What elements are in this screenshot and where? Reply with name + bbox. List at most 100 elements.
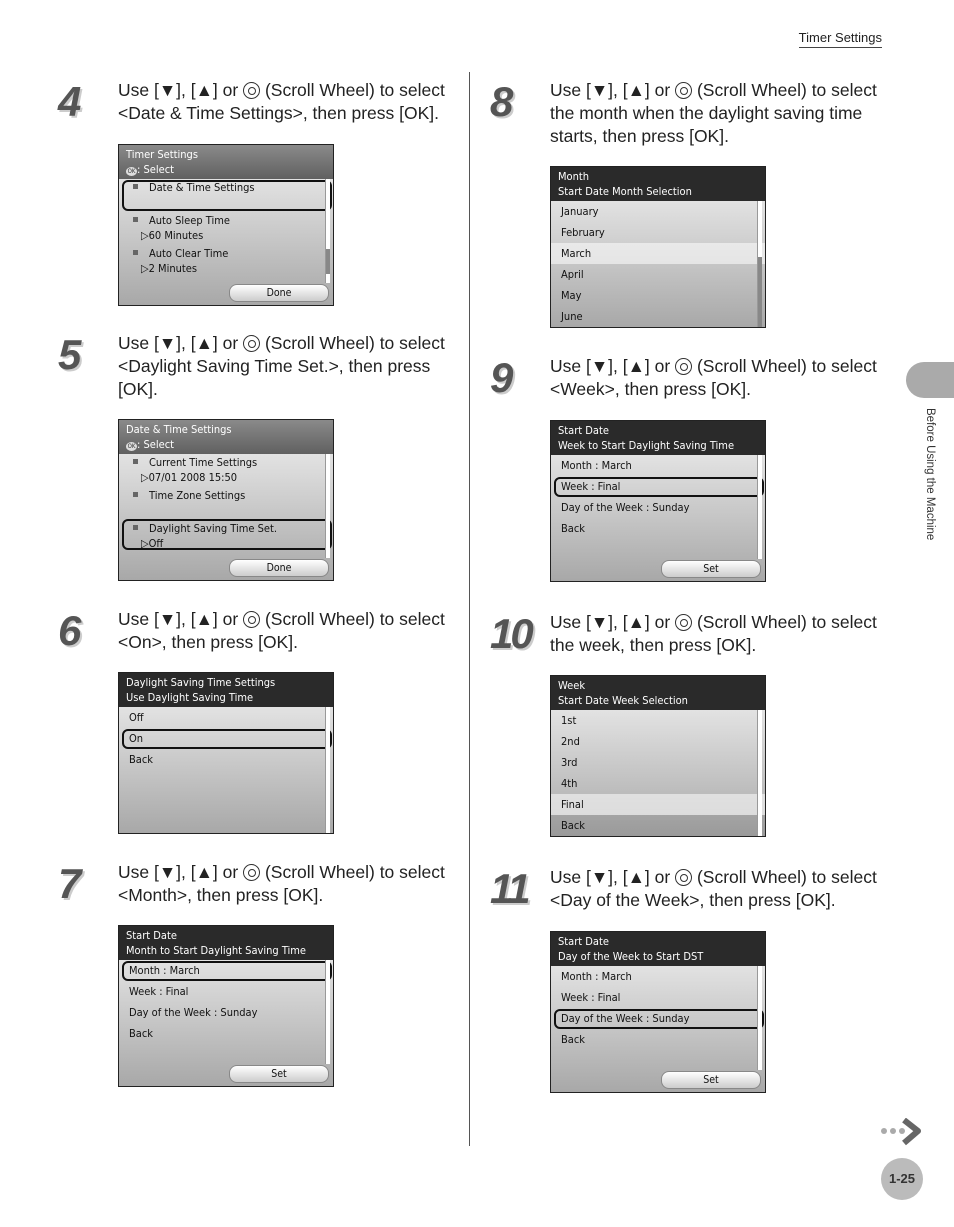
screen-list-item[interactable]: Month : March bbox=[551, 455, 765, 476]
screen-list-item[interactable]: January bbox=[551, 201, 765, 222]
screen-subtitle-text: Start Date Week Selection bbox=[558, 694, 688, 707]
selection-highlight bbox=[122, 961, 332, 981]
screen-header: Daylight Saving Time Settings Use Dayligh… bbox=[119, 673, 333, 707]
screen-list-item[interactable]: Week : Final bbox=[551, 987, 765, 1008]
screen-title: Timer Settings bbox=[126, 148, 198, 161]
scroll-wheel-icon bbox=[243, 335, 261, 352]
screen-list-item[interactable]: 4th bbox=[551, 773, 765, 794]
scrollbar-thumb[interactable] bbox=[758, 257, 762, 327]
screen-list-item[interactable]: Off bbox=[119, 707, 333, 728]
screen-list-item[interactable]: April bbox=[551, 264, 765, 285]
item-label: 1st bbox=[561, 714, 577, 727]
set-button[interactable]: Set bbox=[661, 1071, 761, 1089]
instruction-prefix: Use [▼], [▲] or bbox=[118, 333, 244, 353]
screen-subtitle: Start Date Week Selection bbox=[558, 693, 758, 708]
done-button[interactable]: Done bbox=[229, 284, 329, 302]
done-button[interactable]: Done bbox=[229, 559, 329, 577]
next-page-arrow-icon bbox=[881, 1118, 921, 1146]
screen-header: Month Start Date Month Selection bbox=[551, 167, 765, 201]
scrollbar[interactable] bbox=[757, 455, 762, 559]
screen-list-item[interactable]: Current Time Settings ▷07/01 2008 15:50 bbox=[119, 454, 333, 487]
screen-list-item[interactable]: 1st bbox=[551, 710, 765, 731]
screen-header: Start Date Week to Start Daylight Saving … bbox=[551, 421, 765, 455]
item-label: Time Zone Settings bbox=[149, 489, 246, 502]
screen-list-item[interactable]: Back bbox=[119, 1023, 333, 1044]
screen-header: Timer Settings OK: Select bbox=[119, 145, 333, 179]
screen-header: Start Date Month to Start Daylight Saving… bbox=[119, 926, 333, 960]
screen-list-item[interactable]: May bbox=[551, 285, 765, 306]
scrollbar[interactable] bbox=[325, 960, 330, 1064]
bullet-icon bbox=[133, 217, 138, 222]
step-number: 4 bbox=[58, 78, 81, 125]
item-label: May bbox=[561, 289, 582, 302]
item-label: 4th bbox=[561, 777, 578, 790]
scrollbar-thumb[interactable] bbox=[326, 249, 330, 274]
screen-subtitle-text: : Select bbox=[137, 163, 175, 176]
bullet-icon bbox=[133, 250, 138, 255]
instruction-prefix: Use [▼], [▲] or bbox=[118, 80, 244, 100]
instruction-prefix: Use [▼], [▲] or bbox=[550, 867, 676, 887]
item-label: January bbox=[561, 205, 599, 218]
screen-list-item[interactable]: June bbox=[551, 306, 765, 327]
item-label: Day of the Week : Sunday bbox=[561, 501, 690, 514]
set-button[interactable]: Set bbox=[229, 1065, 329, 1083]
item-value: ▷2 Minutes bbox=[141, 262, 198, 275]
scroll-wheel-icon bbox=[243, 864, 261, 881]
screen-list-item[interactable]: Final bbox=[551, 794, 765, 815]
scrollbar[interactable] bbox=[325, 454, 330, 558]
screen-header: Start Date Day of the Week to Start DST bbox=[551, 932, 765, 966]
ok-icon: OK bbox=[126, 167, 137, 176]
screen-list-item[interactable]: Month : March bbox=[551, 966, 765, 987]
item-label: Back bbox=[129, 1027, 154, 1040]
step-instruction: Use [▼], [▲] or (Scroll Wheel) to select… bbox=[118, 332, 458, 401]
device-screen: Timer Settings OK: Select Date & Time Sett… bbox=[118, 144, 334, 306]
step-instruction: Use [▼], [▲] or (Scroll Wheel) to select… bbox=[550, 79, 890, 148]
step-instruction: Use [▼], [▲] or (Scroll Wheel) to select… bbox=[550, 866, 890, 912]
screen-list-item[interactable]: Auto Sleep Time ▷60 Minutes bbox=[119, 212, 333, 245]
screen-subtitle: OK: Select bbox=[126, 162, 326, 177]
item-value: ▷07/01 2008 15:50 bbox=[141, 471, 238, 484]
screen-subtitle: Month to Start Daylight Saving Time bbox=[126, 943, 326, 958]
screen-list-item[interactable]: Time Zone Settings bbox=[119, 487, 333, 520]
screen-title: Daylight Saving Time Settings bbox=[126, 676, 276, 689]
instruction-prefix: Use [▼], [▲] or bbox=[550, 612, 676, 632]
screen-list-item[interactable]: 2nd bbox=[551, 731, 765, 752]
scrollbar[interactable] bbox=[757, 201, 762, 327]
screen-list-item[interactable]: 3rd bbox=[551, 752, 765, 773]
scrollbar[interactable] bbox=[325, 707, 330, 833]
screen-list-item[interactable]: Day of the Week : Sunday bbox=[119, 1002, 333, 1023]
screen-list-item[interactable]: Week : Final bbox=[119, 981, 333, 1002]
device-screen: Week Start Date Week Selection 1st 2nd 3rd 4t… bbox=[550, 675, 766, 837]
item-label: Month : March bbox=[561, 459, 632, 472]
scrollbar[interactable] bbox=[325, 179, 330, 283]
screen-list-item[interactable]: March bbox=[551, 243, 765, 264]
screen-list-item[interactable]: Back bbox=[119, 749, 333, 770]
screen-list-item[interactable]: Back bbox=[551, 815, 765, 836]
scrollbar[interactable] bbox=[757, 966, 762, 1070]
item-label: Back bbox=[561, 1033, 586, 1046]
screen-title: Start Date bbox=[558, 424, 609, 437]
scrollbar[interactable] bbox=[757, 710, 762, 836]
screen-list-item[interactable]: Back bbox=[551, 518, 765, 539]
screen-subtitle-text: Month to Start Daylight Saving Time bbox=[126, 944, 307, 957]
step-number: 5 bbox=[58, 331, 81, 378]
item-label: Day of the Week : Sunday bbox=[129, 1006, 258, 1019]
set-button[interactable]: Set bbox=[661, 560, 761, 578]
chapter-tab bbox=[906, 362, 954, 398]
device-screen: Start Date Day of the Week to Start DST Mo… bbox=[550, 931, 766, 1093]
screen-list-item[interactable]: February bbox=[551, 222, 765, 243]
device-screen: Start Date Week to Start Daylight Saving … bbox=[550, 420, 766, 582]
step-instruction: Use [▼], [▲] or (Scroll Wheel) to select… bbox=[550, 355, 890, 401]
item-label: Auto Clear Time bbox=[149, 247, 229, 260]
item-label: Final bbox=[561, 798, 584, 811]
item-label: March bbox=[561, 247, 592, 260]
screen-list-item[interactable]: Day of the Week : Sunday bbox=[551, 497, 765, 518]
chapter-tab-label: Before Using the Machine bbox=[924, 408, 936, 541]
screen-subtitle-text: Start Date Month Selection bbox=[558, 185, 692, 198]
item-label: Off bbox=[129, 711, 144, 724]
manual-page: Timer Settings Before Using the Machine … bbox=[0, 0, 954, 1227]
bullet-icon bbox=[133, 459, 138, 464]
screen-list-item[interactable]: Auto Clear Time ▷2 Minutes bbox=[119, 245, 333, 278]
screen-title: Month bbox=[558, 170, 590, 183]
screen-list-item[interactable]: Back bbox=[551, 1029, 765, 1050]
